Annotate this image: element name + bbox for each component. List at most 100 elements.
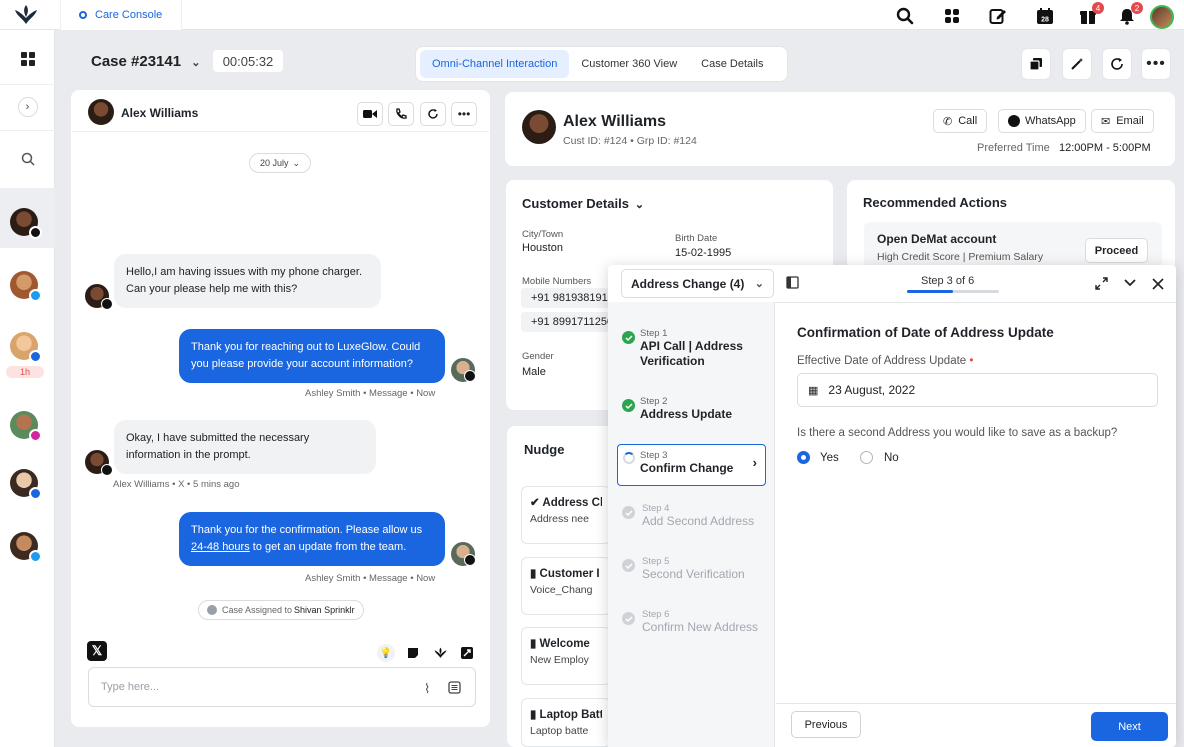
close-icon[interactable] — [1152, 278, 1164, 293]
step-progress-fill — [907, 290, 953, 293]
whatsapp-icon — [1008, 115, 1020, 127]
contact-name: Alex Williams — [121, 106, 199, 120]
hours-link[interactable]: 24-48 hours — [191, 541, 250, 553]
check-icon: ✔ — [530, 497, 540, 509]
edit-icon[interactable] — [988, 6, 1008, 26]
step-item[interactable]: Step 2 Address Update — [608, 396, 768, 422]
x-channel-icon — [29, 226, 42, 239]
radio-button[interactable] — [797, 451, 810, 464]
phone-number[interactable]: +91 8991711250 — [521, 312, 610, 332]
more-options-icon[interactable]: ••• — [1141, 48, 1171, 80]
user-avatar[interactable] — [1150, 5, 1174, 29]
case-title: Case #23141 ⌄ — [91, 53, 201, 70]
chevron-down-icon[interactable]: ⌄ — [191, 57, 200, 69]
step-item[interactable]: Step 5 Second Verification — [608, 556, 768, 582]
refresh-icon[interactable] — [420, 102, 446, 126]
template-icon[interactable] — [448, 681, 461, 697]
x-channel-icon — [101, 464, 113, 476]
sidebar-toggle-icon[interactable] — [786, 276, 799, 292]
note-icon[interactable] — [404, 644, 422, 662]
magic-wand-icon[interactable] — [1062, 48, 1092, 80]
form-title: Confirmation of Date of Address Update — [797, 325, 1054, 340]
x-channel-icon[interactable]: 𝕏 — [87, 641, 107, 661]
search-icon[interactable] — [0, 144, 55, 174]
conversation-panel — [71, 90, 490, 727]
tab-customer-360[interactable]: Customer 360 View — [569, 50, 689, 78]
call-button[interactable]: ✆ Call — [933, 109, 988, 133]
next-button[interactable]: Next — [1091, 712, 1168, 741]
twitter-channel-icon — [29, 550, 42, 563]
step-progress-label: Step 3 of 6 — [921, 275, 975, 287]
queue-avatar[interactable] — [10, 271, 42, 302]
phone-icon[interactable] — [388, 102, 414, 126]
customer-name: Alex Williams — [563, 113, 667, 130]
gender-label: Gender — [522, 351, 554, 362]
nudge-item[interactable]: ▮ Welcome New Employ — [521, 627, 611, 685]
queue-avatar[interactable] — [10, 332, 42, 363]
video-call-icon[interactable] — [357, 102, 383, 126]
queue-avatar[interactable] — [10, 469, 42, 500]
bell-badge: 2 — [1131, 2, 1143, 14]
calendar-icon: ▦ — [808, 384, 819, 397]
dashboard-icon[interactable] — [0, 44, 55, 74]
radio-no[interactable]: No — [860, 451, 899, 464]
compose-placeholder[interactable]: Type here... — [101, 681, 159, 693]
city-value: Houston — [522, 242, 563, 254]
phone-number[interactable]: +91 9819381915 — [521, 288, 610, 308]
apps-grid-icon[interactable] — [942, 6, 962, 26]
customer-avatar — [522, 110, 556, 144]
tab-case-details[interactable]: Case Details — [689, 50, 775, 78]
sprinklr-ai-icon[interactable] — [431, 644, 449, 662]
message-meta: Ashley Smith • Message • Now — [305, 573, 436, 584]
gift-icon[interactable]: 4 — [1078, 2, 1104, 26]
calendar-icon[interactable]: 28 — [1035, 6, 1055, 26]
incoming-message: Hello,I am having issues with my phone c… — [114, 254, 381, 308]
check-circle-icon — [622, 612, 635, 625]
previous-button[interactable]: Previous — [791, 711, 861, 738]
sprinklr-logo-icon[interactable] — [14, 4, 38, 26]
proceed-button[interactable]: Proceed — [1085, 238, 1148, 263]
case-timer: 00:05:32 — [213, 50, 283, 72]
customer-details-title[interactable]: Customer Details ⌄ — [522, 196, 644, 211]
chart-icon: ▮ — [530, 638, 537, 650]
maximize-icon[interactable] — [1095, 277, 1108, 293]
step-item[interactable]: Step 6 Confirm New Address — [608, 609, 768, 635]
copy-case-button[interactable] — [1021, 48, 1051, 80]
attach-icon[interactable]: ⌇ — [424, 681, 430, 697]
queue-avatar[interactable] — [10, 411, 42, 442]
radio-button[interactable] — [860, 451, 873, 464]
step-item[interactable]: Step 1 API Call | Address Verification — [608, 328, 768, 369]
chart-icon: ▮ — [530, 568, 537, 580]
queue-avatar[interactable] — [10, 532, 42, 563]
chevron-down-icon: ⌄ — [754, 278, 764, 290]
x-channel-icon — [464, 554, 476, 566]
chevron-down-icon: ⌄ — [292, 157, 301, 168]
step-item-current[interactable]: Step 3 Confirm Change › — [617, 444, 766, 486]
expand-icon[interactable] — [458, 644, 476, 662]
expand-sidebar-icon[interactable]: › — [0, 92, 55, 122]
chevron-down-icon[interactable] — [1123, 277, 1137, 292]
email-button[interactable]: ✉ Email — [1091, 109, 1154, 133]
nudge-item[interactable]: ✔ Address Ch Address nee — [521, 486, 611, 544]
bell-icon[interactable]: 2 — [1117, 2, 1143, 26]
queue-avatar[interactable] — [10, 208, 42, 239]
lightbulb-icon[interactable]: 💡 — [377, 644, 395, 662]
nudge-item[interactable]: ▮ Customer I Voice_Chang — [521, 557, 611, 615]
radio-yes[interactable]: Yes — [797, 451, 839, 464]
divider — [0, 84, 55, 85]
birth-value: 15-02-1995 — [675, 247, 732, 259]
tab-care-console[interactable]: Care Console — [60, 0, 182, 30]
preferred-time-value: 12:00PM - 5:00PM — [1059, 142, 1151, 154]
chat-channel-icon — [29, 350, 42, 363]
mobile-label: Mobile Numbers — [522, 276, 592, 287]
workflow-select[interactable]: Address Change (4) ⌄ — [621, 269, 774, 298]
more-options-icon[interactable]: ••• — [451, 102, 477, 126]
tab-omni-channel[interactable]: Omni-Channel Interaction — [420, 50, 570, 78]
refresh-icon[interactable] — [1102, 48, 1132, 80]
search-icon[interactable] — [895, 6, 915, 26]
nudge-item[interactable]: ▮ Laptop Batt Laptop batte — [521, 698, 611, 747]
whatsapp-button[interactable]: WhatsApp — [998, 109, 1086, 133]
nudge-title: Nudge — [524, 442, 565, 457]
step-item[interactable]: Step 4 Add Second Address — [608, 503, 768, 529]
effective-date-input[interactable]: ▦ 23 August, 2022 — [797, 373, 1158, 407]
